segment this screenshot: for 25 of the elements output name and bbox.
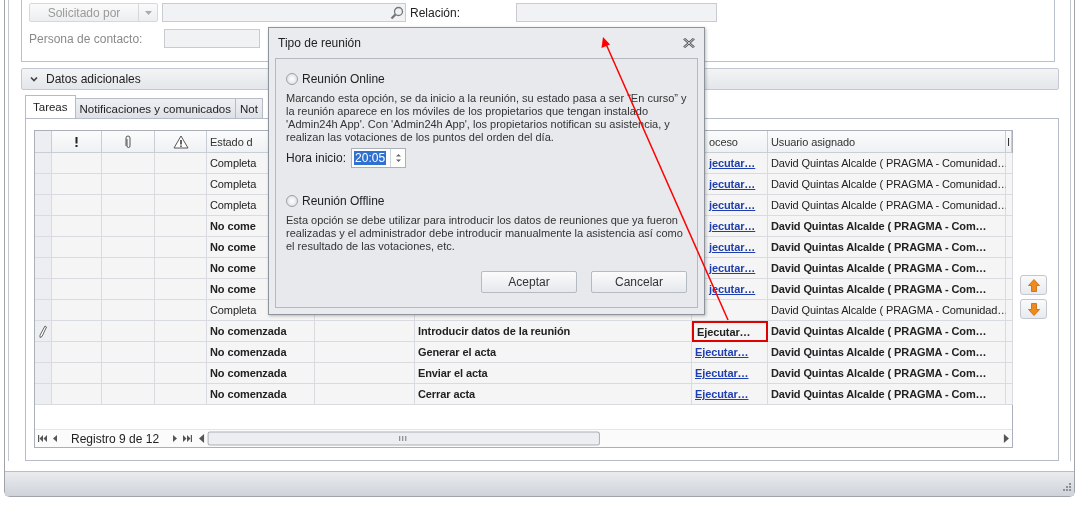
table-cell: David Quintas Alcalde ( PRAGMA - Com…: [768, 279, 1006, 300]
table-cell: Ejecutar…: [692, 321, 768, 342]
table-cell: No comenzada: [207, 384, 315, 405]
relation-label: Relación:: [410, 5, 461, 20]
table-cell: Cerrar acta: [415, 384, 692, 405]
table-cell: No comenzada: [207, 363, 315, 384]
table-cell: David Quintas Alcalde ( PRAGMA - Com…: [768, 363, 1006, 384]
table-cell: David Quintas Alcalde ( PRAGMA - Com…: [768, 384, 1006, 405]
table-cell: Enviar el acta: [415, 363, 692, 384]
table-cell: David Quintas Alcalde ( PRAGMA - Com…: [768, 321, 1006, 342]
table-cell: Introducir datos de la reunión: [415, 321, 692, 342]
table-cell: No comenzada: [207, 321, 315, 342]
table-cell: David Quintas Alcalde ( PRAGMA - Com…: [768, 237, 1006, 258]
record-counter: Registro 9 de 12: [70, 431, 161, 446]
contact-label: Persona de contacto:: [29, 31, 144, 46]
table-cell: David Quintas Alcalde ( PRAGMA - Com…: [768, 342, 1006, 363]
table-cell: Generar el acta: [415, 342, 692, 363]
table-cell: No comenzada: [207, 342, 315, 363]
table-cell: David Quintas Alcalde ( PRAGMA - Comunidad…: [768, 195, 1006, 216]
table-cell: David Quintas Alcalde ( PRAGMA - Comunidad…: [768, 300, 1006, 321]
table-cell: David Quintas Alcalde ( PRAGMA - Com…: [768, 216, 1006, 237]
dialog-title: Tipo de reunión: [278, 36, 361, 50]
table-cell: David Quintas Alcalde ( PRAGMA - Comunidad…: [768, 174, 1006, 195]
table-cell: David Quintas Alcalde ( PRAGMA - Com…: [768, 258, 1006, 279]
table-cell: David Quintas Alcalde ( PRAGMA - Comunidad…: [768, 153, 1006, 174]
